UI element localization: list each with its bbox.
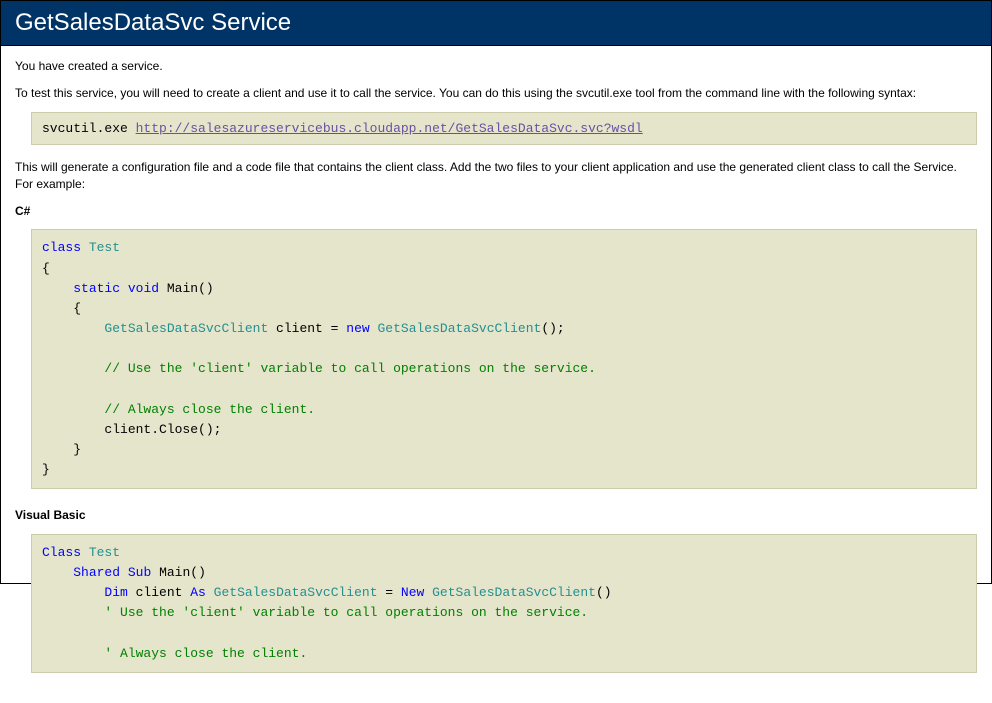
page-content: You have created a service. To test this… — [1, 46, 991, 703]
vb-eq: = — [378, 585, 401, 600]
kw-vb-class: Class — [42, 545, 81, 560]
csharp-code: class Test { static void Main() { GetSal… — [31, 229, 977, 489]
kw-shared: Shared — [73, 565, 120, 580]
kw-dim: Dim — [104, 585, 127, 600]
brace-close1: } — [42, 462, 50, 477]
after-cmd-text: This will generate a configuration file … — [15, 159, 977, 193]
vb-client: client — [128, 585, 190, 600]
vb-client-type: GetSalesDataSvcClient — [214, 585, 378, 600]
ctor-tail: (); — [541, 321, 564, 336]
brace-close2: } — [73, 442, 81, 457]
kw-void: void — [128, 281, 159, 296]
csharp-label: C# — [15, 203, 977, 220]
intro-created: You have created a service. — [15, 58, 977, 75]
brace-open1: { — [42, 261, 50, 276]
kw-class: class — [42, 240, 81, 255]
client-decl: client = — [268, 321, 346, 336]
kw-vb-new: New — [401, 585, 424, 600]
kw-as: As — [190, 585, 206, 600]
client-ctor: GetSalesDataSvcClient — [377, 321, 541, 336]
kw-sub: Sub — [128, 565, 151, 580]
intro-test: To test this service, you will need to c… — [15, 85, 977, 102]
vb-label: Visual Basic — [15, 507, 977, 524]
vb-main: Main() — [159, 565, 206, 580]
vb-comment1: ' Use the 'client' variable to call oper… — [104, 605, 588, 620]
page-title: GetSalesDataSvc Service — [15, 9, 977, 37]
svcutil-cmd: svcutil.exe — [42, 121, 136, 136]
kw-new: new — [346, 321, 369, 336]
wsdl-link[interactable]: http://salesazureservicebus.cloudapp.net… — [136, 121, 643, 136]
client-close: client.Close(); — [104, 422, 221, 437]
client-type: GetSalesDataSvcClient — [104, 321, 268, 336]
vb-code: Class Test Shared Sub Main() Dim client … — [31, 534, 977, 673]
brace-open2: { — [73, 301, 81, 316]
main-sig: Main() — [167, 281, 214, 296]
vb-client-ctor: GetSalesDataSvcClient — [432, 585, 596, 600]
kw-static: static — [73, 281, 120, 296]
vb-ctor-tail: () — [596, 585, 612, 600]
cs-comment1: // Use the 'client' variable to call ope… — [104, 361, 595, 376]
svcutil-command-box: svcutil.exe http://salesazureservicebus.… — [31, 112, 977, 146]
cs-comment2: // Always close the client. — [104, 402, 315, 417]
page-header: GetSalesDataSvc Service — [1, 1, 991, 46]
vb-comment2: ' Always close the client. — [104, 646, 307, 661]
type-test: Test — [89, 240, 120, 255]
vb-type-test: Test — [89, 545, 120, 560]
